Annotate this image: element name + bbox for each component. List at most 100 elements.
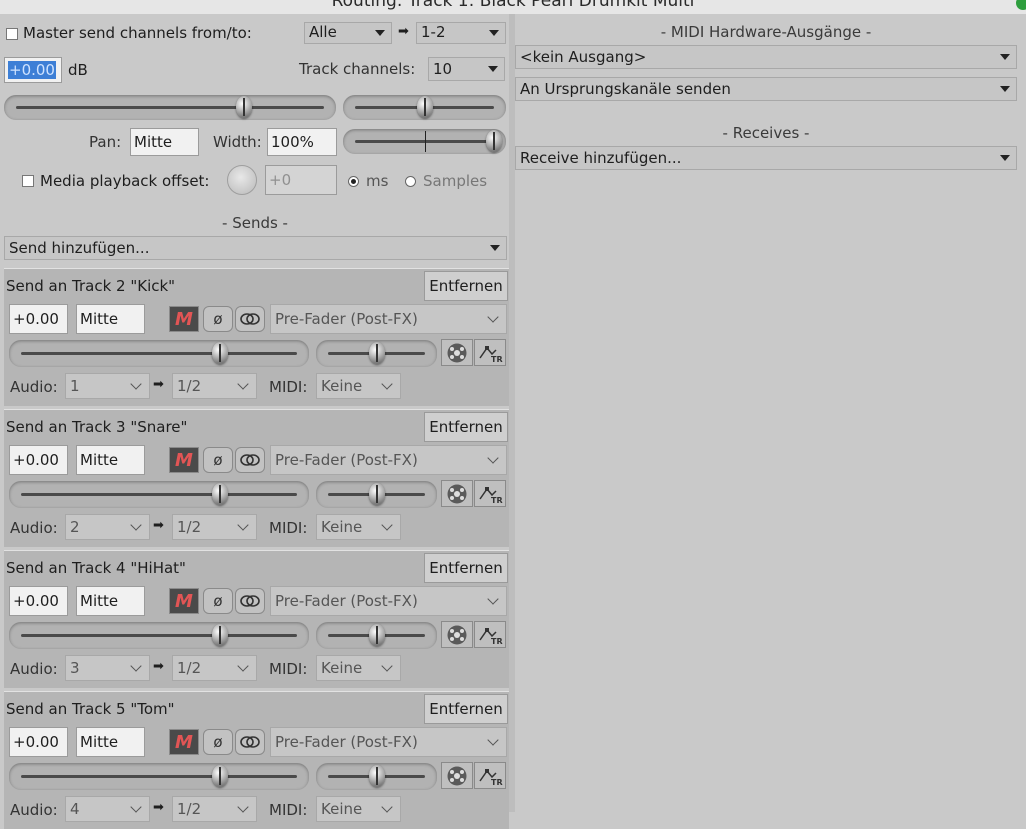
midi-output-select[interactable]: <kein Ausgang> [515,45,1017,69]
width-input[interactable]: 100% [267,128,337,156]
svg-text:TR: TR [491,355,503,364]
send-pan-thumb[interactable] [369,624,385,646]
send-volume-fader[interactable] [9,622,309,649]
width-fader[interactable] [343,129,506,154]
chevron-down-icon [381,801,393,813]
midi-select[interactable]: Keine [316,373,401,399]
send-envelope-button[interactable] [441,480,473,507]
send-volume-thumb[interactable] [212,483,228,505]
envelope-icon [447,766,467,785]
add-send-select[interactable]: Send hinzufügen... [4,236,507,260]
send-volume-thumb[interactable] [212,624,228,646]
send-volume-input[interactable]: +0.00 [9,727,68,757]
send-tr-button[interactable]: TR [474,339,506,366]
master-to-select[interactable]: 1-2 [416,22,506,44]
send-pan-input[interactable]: Mitte [76,586,145,616]
send-volume-fader[interactable] [9,340,309,367]
midi-select[interactable]: Keine [316,655,401,681]
routing-tr-icon: TR [479,345,503,364]
send-volume-input[interactable]: +0.00 [9,304,68,334]
audio-source-select[interactable]: 1 [65,373,150,399]
send-pan-input[interactable]: Mitte [76,304,145,334]
send-volume-input[interactable]: +0.00 [9,445,68,475]
send-panel: Send an Track 4 "HiHat" Entfernen +0.00 … [4,550,509,688]
send-volume-input[interactable]: +0.00 [9,586,68,616]
remove-send-button[interactable]: Entfernen [424,271,508,301]
mute-button[interactable]: M [169,306,199,332]
audio-dest-select[interactable]: 1/2 [172,796,257,822]
send-tr-button[interactable]: TR [474,762,506,789]
send-pan-input[interactable]: Mitte [76,727,145,757]
remove-send-button[interactable]: Entfernen [424,553,508,583]
send-pan-thumb[interactable] [369,765,385,787]
send-volume-thumb[interactable] [212,342,228,364]
mute-button[interactable]: M [169,729,199,755]
master-pan-fader[interactable] [343,95,506,120]
chevron-down-icon [381,660,393,672]
midi-select[interactable]: Keine [316,796,401,822]
master-send-checkbox[interactable] [6,28,18,40]
volume-fader-thumb[interactable] [236,96,252,118]
mono-stereo-button[interactable] [235,729,265,755]
media-offset-knob[interactable] [227,165,257,195]
send-mode-select[interactable]: Pre-Fader (Post-FX) [270,586,507,616]
send-name: Send an Track 3 "Snare" [6,418,188,436]
send-envelope-button[interactable] [441,339,473,366]
send-mode-select[interactable]: Pre-Fader (Post-FX) [270,727,507,757]
phase-invert-button[interactable]: ø [203,588,233,614]
audio-dest-select[interactable]: 1/2 [172,514,257,540]
send-pan-thumb[interactable] [369,483,385,505]
send-pan-fader[interactable] [316,763,437,790]
mute-button[interactable]: M [169,447,199,473]
phase-invert-button[interactable]: ø [203,729,233,755]
mono-stereo-button[interactable] [235,306,265,332]
track-channels-select[interactable]: 10 [428,57,505,81]
send-tr-button[interactable]: TR [474,480,506,507]
audio-dest-select[interactable]: 1/2 [172,655,257,681]
chevron-down-icon [487,593,499,605]
phase-invert-button[interactable]: ø [203,447,233,473]
audio-label: Audio: [10,378,58,396]
remove-send-button[interactable]: Entfernen [424,694,508,724]
send-pan-input[interactable]: Mitte [76,445,145,475]
media-offset-checkbox[interactable] [22,175,34,187]
send-pan-thumb[interactable] [369,342,385,364]
send-envelope-button[interactable] [441,621,473,648]
add-receive-select[interactable]: Receive hinzufügen... [515,146,1017,170]
send-mode-select[interactable]: Pre-Fader (Post-FX) [270,304,507,334]
audio-dest-select[interactable]: 1/2 [172,373,257,399]
send-pan-fader[interactable] [316,340,437,367]
mono-stereo-icon [240,313,260,325]
phase-invert-button[interactable]: ø [203,306,233,332]
audio-source-select[interactable]: 2 [65,514,150,540]
remove-send-button[interactable]: Entfernen [424,412,508,442]
master-from-select[interactable]: Alle [304,22,392,44]
audio-source-select[interactable]: 3 [65,655,150,681]
audio-source-select[interactable]: 4 [65,796,150,822]
media-offset-input[interactable]: +0 [265,165,337,195]
chevron-down-icon [489,30,499,36]
send-tr-button[interactable]: TR [474,621,506,648]
send-envelope-button[interactable] [441,762,473,789]
chevron-down-icon [487,734,499,746]
chevron-down-icon [487,311,499,323]
width-fader-thumb[interactable] [486,130,502,152]
send-pan-fader[interactable] [316,481,437,508]
send-mode-select[interactable]: Pre-Fader (Post-FX) [270,445,507,475]
send-volume-fader[interactable] [9,481,309,508]
send-volume-thumb[interactable] [212,765,228,787]
pan-fader-thumb[interactable] [417,96,433,118]
pan-input[interactable]: Mitte [130,128,199,156]
unit-ms-radio[interactable] [348,176,359,187]
midi-select[interactable]: Keine [316,514,401,540]
chevron-down-icon [381,519,393,531]
master-volume-fader[interactable] [4,95,336,120]
master-volume-input[interactable]: +0.00 [4,57,62,83]
mono-stereo-button[interactable] [235,447,265,473]
unit-samples-radio[interactable] [405,176,416,187]
send-pan-fader[interactable] [316,622,437,649]
send-volume-fader[interactable] [9,763,309,790]
mono-stereo-button[interactable] [235,588,265,614]
midi-channel-mode-select[interactable]: An Ursprungskanäle senden [515,77,1017,101]
mute-button[interactable]: M [169,588,199,614]
